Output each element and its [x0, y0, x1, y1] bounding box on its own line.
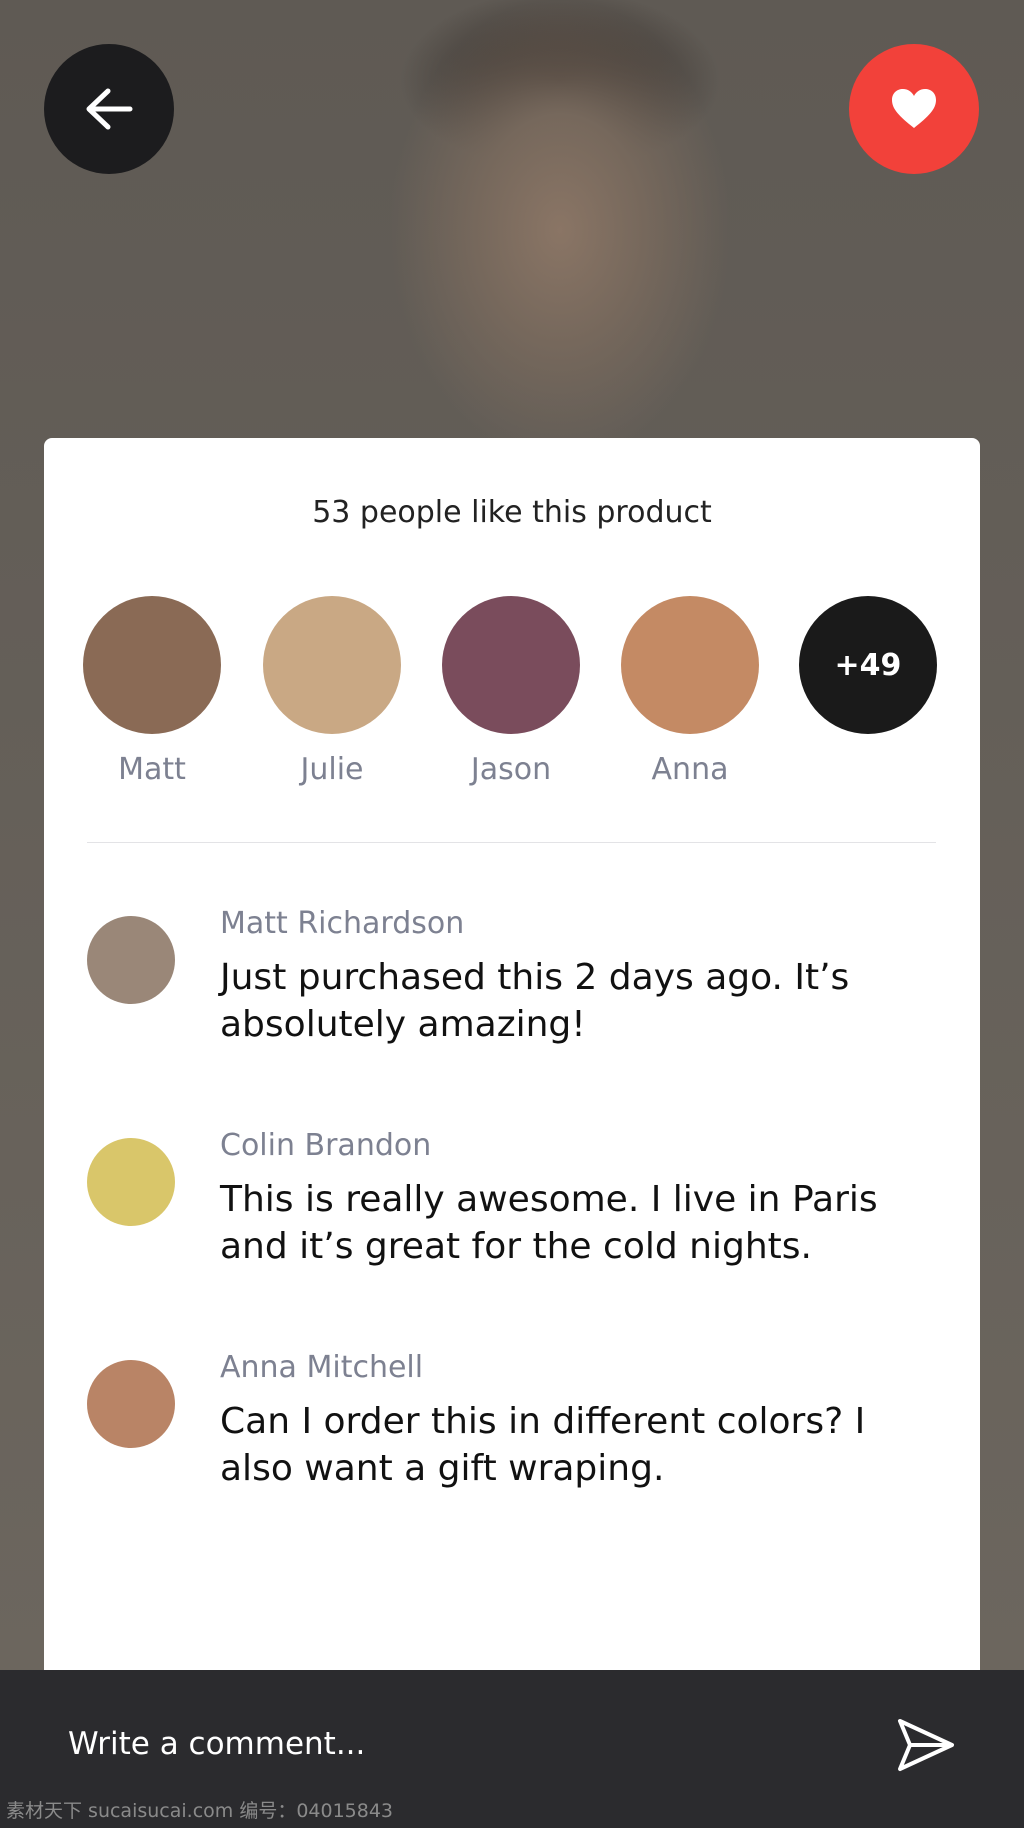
send-button[interactable] [896, 1718, 962, 1778]
comment-text: Can I order this in different colors? I … [220, 1401, 866, 1489]
arrow-left-icon [86, 88, 133, 130]
avatar[interactable] [87, 1138, 175, 1226]
comment-author[interactable]: Anna Mitchell [220, 1350, 423, 1385]
comment-input[interactable] [66, 1725, 850, 1763]
send-icon [898, 1719, 954, 1771]
liker-name: Anna [651, 752, 729, 787]
avatar [83, 596, 221, 734]
liker-name: Julie [300, 752, 364, 787]
divider [87, 842, 936, 843]
back-button[interactable] [44, 44, 174, 174]
liker-anna[interactable]: Anna [610, 596, 770, 787]
more-likers-count: +49 [799, 596, 937, 734]
liker-name: Matt [118, 752, 186, 787]
avatar [263, 596, 401, 734]
more-likers-button[interactable]: +49 [788, 596, 948, 734]
comment-text: Just purchased this 2 days ago. It’s abs… [220, 957, 850, 1045]
likes-title: 53 people like this product [312, 495, 712, 530]
avatar [442, 596, 580, 734]
avatar [621, 596, 759, 734]
comment-text: This is really awesome. I live in Paris … [220, 1179, 878, 1267]
avatar[interactable] [87, 916, 175, 1004]
comment-author[interactable]: Colin Brandon [220, 1128, 431, 1163]
like-button[interactable] [849, 44, 979, 174]
liker-julie[interactable]: Julie [252, 596, 412, 787]
comment-author[interactable]: Matt Richardson [220, 906, 464, 941]
avatar[interactable] [87, 1360, 175, 1448]
liker-jason[interactable]: Jason [431, 596, 591, 787]
heart-icon [892, 89, 936, 128]
watermark: 素材天下 sucaisucai.com 编号：04015843 [6, 1800, 394, 1822]
liker-matt[interactable]: Matt [72, 596, 232, 787]
liker-name: Jason [470, 752, 552, 787]
